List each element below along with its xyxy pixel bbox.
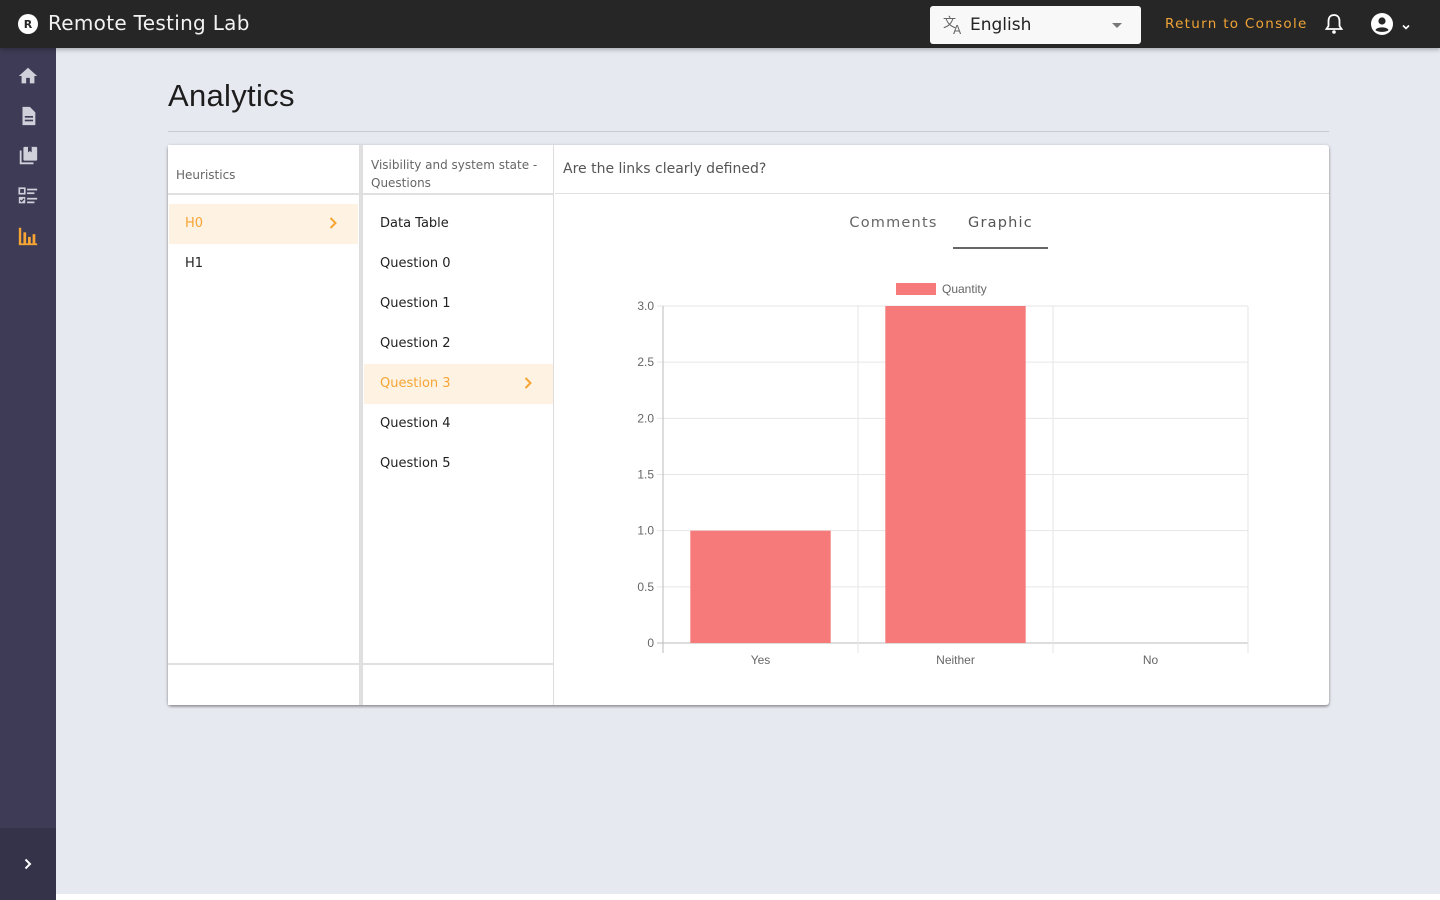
heuristics-column: Heuristics H0 H1: [168, 145, 360, 705]
sidebar-item-library[interactable]: [0, 136, 56, 176]
return-to-console-link[interactable]: Return to Console: [1165, 16, 1308, 32]
svg-text:A: A: [953, 23, 962, 36]
question-item-1[interactable]: Question 1: [364, 284, 553, 324]
heuristics-header-label: Heuristics: [176, 168, 236, 182]
y-tick-label: 2.0: [637, 411, 654, 425]
question-item-2[interactable]: Question 2: [364, 324, 553, 364]
legend-label: Quantity: [942, 282, 987, 296]
question-item-5[interactable]: Question 5: [364, 444, 553, 484]
heuristic-item-h0[interactable]: H0: [169, 204, 358, 244]
question-item-data-table[interactable]: Data Table: [364, 204, 553, 244]
bar-chart-icon: [18, 227, 38, 246]
question-item-label: Question 0: [380, 256, 451, 271]
app-logo-icon: R: [18, 14, 38, 34]
expand-sidebar-button[interactable]: [0, 828, 56, 900]
checklist-icon: [18, 187, 38, 204]
y-tick-label: 3.0: [637, 299, 654, 313]
chevron-right-icon: [329, 217, 337, 229]
y-tick-label: 1.0: [637, 524, 654, 538]
home-icon: [18, 67, 38, 84]
y-tick-label: 1.5: [637, 468, 654, 482]
dropdown-arrow-icon: [1112, 23, 1122, 28]
questions-column: Visibility and system state - Questions …: [362, 145, 554, 705]
bar-chart: 0 0.5 1.0 1.5 2.0 2.5 3.0 Yes Neither No Quantity: [637, 282, 1249, 667]
heuristics-footer: [168, 663, 359, 705]
page-title: Analytics: [168, 78, 295, 113]
heuristic-item-label: H0: [185, 216, 204, 231]
question-item-3[interactable]: Question 3: [364, 364, 553, 404]
questions-footer: [363, 663, 553, 705]
question-item-label: Question 4: [380, 416, 451, 431]
heuristics-header: Heuristics: [168, 145, 359, 195]
chevron-down-icon[interactable]: [1400, 18, 1412, 30]
question-item-label: Question 1: [380, 296, 451, 311]
x-tick-label: Neither: [936, 653, 975, 667]
top-app-bar: R Remote Testing Lab 文 A English Return …: [0, 0, 1440, 48]
bell-icon[interactable]: [1324, 13, 1344, 35]
title-divider: [168, 131, 1329, 132]
question-item-label: Data Table: [380, 216, 449, 231]
bottom-strip: [56, 894, 1440, 900]
language-select[interactable]: 文 A English: [930, 6, 1141, 44]
bar-yes: [690, 530, 831, 643]
app-title: Remote Testing Lab: [48, 11, 250, 35]
translate-icon: 文 A: [942, 14, 966, 37]
questions-header: Visibility and system state - Questions: [363, 145, 553, 195]
heuristic-item-h1[interactable]: H1: [169, 244, 358, 284]
question-item-label: Question 5: [380, 456, 451, 471]
heuristic-item-label: H1: [185, 256, 204, 271]
sidebar-item-analytics[interactable]: [0, 216, 56, 256]
questions-header-label: Visibility and system state - Questions: [371, 158, 538, 190]
x-tick-label: No: [1143, 653, 1159, 667]
sidebar-item-checklist[interactable]: [0, 176, 56, 216]
bar-neither: [885, 306, 1026, 643]
chevron-right-icon: [24, 858, 32, 870]
language-select-value: English: [970, 15, 1032, 35]
chevron-right-icon: [524, 377, 532, 389]
legend-swatch: [896, 283, 936, 295]
question-item-0[interactable]: Question 0: [364, 244, 553, 284]
document-icon: [22, 106, 36, 126]
y-tick-label: 0: [647, 636, 654, 650]
question-item-label: Question 2: [380, 336, 451, 351]
sidebar-item-document[interactable]: [0, 96, 56, 136]
x-tick-label: Yes: [751, 653, 771, 667]
analytics-card: Heuristics H0 H1 Visibility and system s…: [168, 145, 1329, 705]
question-item-4[interactable]: Question 4: [364, 404, 553, 444]
sidebar: [0, 48, 56, 900]
question-item-label: Question 3: [380, 376, 451, 391]
account-circle-icon[interactable]: [1370, 12, 1394, 36]
y-tick-label: 2.5: [637, 355, 654, 369]
question-detail-panel: Are the links clearly defined? Comments …: [555, 145, 1329, 705]
sidebar-item-home[interactable]: [0, 56, 56, 96]
library-books-icon: [19, 146, 38, 165]
y-tick-label: 0.5: [637, 580, 654, 594]
